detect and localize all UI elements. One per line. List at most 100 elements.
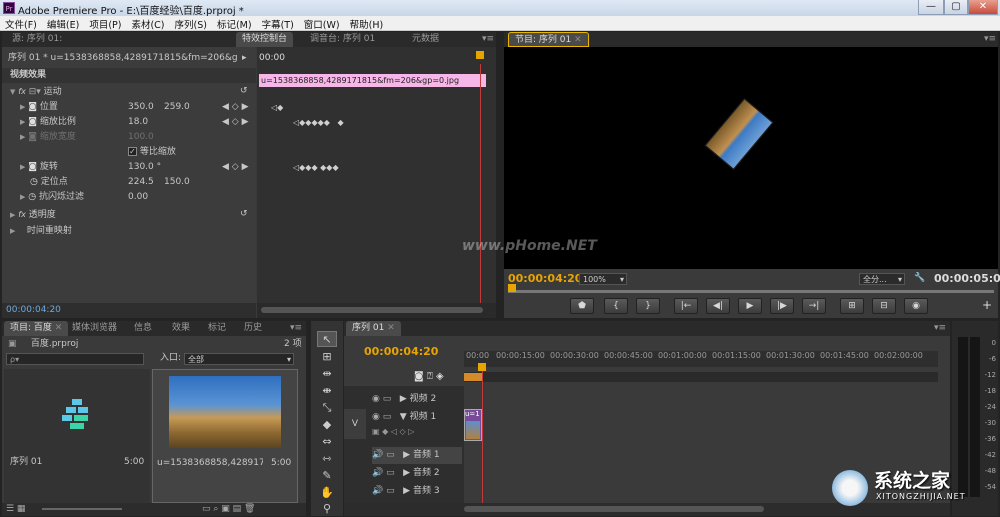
timeline-playhead-icon[interactable] (478, 363, 486, 371)
menu-edit[interactable]: 编辑(E) (42, 16, 84, 31)
menu-clip[interactable]: 素材(C) (126, 16, 169, 31)
prop-antiflicker[interactable]: ▶ ◷ 抗闪烁过滤 (20, 190, 84, 205)
program-viewer[interactable] (504, 47, 998, 269)
menu-marker[interactable]: 标记(M) (212, 16, 257, 31)
opacity-row[interactable]: ▶ fx 透明度 (10, 207, 56, 222)
tab-metadata[interactable]: 元数据 (406, 32, 445, 47)
zoom-tool-icon[interactable]: ⚲ (317, 501, 337, 517)
tab-project[interactable]: 项目: 百度 ✕ (4, 321, 69, 336)
rotation-value[interactable]: 130.0 ° (128, 160, 161, 175)
scale-keyframes[interactable]: ◁◆◆◆◆◆ ◆ (293, 115, 344, 130)
track-video-2[interactable]: ◉ ▭ ▶ 视频 2 (372, 391, 436, 408)
uniform-scale-checkbox[interactable]: ✓ 等比缩放 (128, 145, 176, 160)
motion-row[interactable]: ▼ fx ⊟▾ 运动 (10, 84, 62, 99)
track-video-1[interactable]: ◉ ▭ ▼ 视频 1 (372, 409, 436, 426)
time-remap-row[interactable]: ▶ 时间重映射 (10, 224, 72, 239)
prop-rotation[interactable]: ▶ ◙ 旋转 (20, 160, 58, 175)
tab-info[interactable]: 信息 (128, 321, 158, 336)
add-button-icon[interactable]: + (982, 298, 992, 313)
search-input[interactable]: ρ▾ (6, 353, 144, 365)
position-y-value[interactable]: 259.0 (164, 100, 190, 115)
go-to-out-button[interactable]: →| (802, 298, 826, 314)
project-item-image[interactable]: u=1538368858,4289171815&... 5:00 (152, 369, 298, 503)
slip-tool-icon[interactable]: ⇔ (317, 434, 337, 450)
menu-sequence[interactable]: 序列(S) (170, 16, 212, 31)
timeline-timecode[interactable]: 00:00:04:20 (364, 344, 438, 359)
add-marker-button[interactable]: ⬟ (570, 298, 594, 314)
quality-select[interactable]: 全分... ▾ (859, 273, 905, 285)
position-x-value[interactable]: 350.0 (128, 100, 154, 115)
tab-history[interactable]: 历史 (238, 321, 268, 336)
menu-help[interactable]: 帮助(H) (345, 16, 389, 31)
track-video-1-controls[interactable]: ▣ ◆ ◁ ◇ ▷ (372, 427, 452, 439)
list-view-icon[interactable]: ☰ ▦ (6, 502, 25, 517)
zoom-select[interactable]: 100% ▾ (579, 273, 627, 285)
slide-tool-icon[interactable]: ⇿ (317, 451, 337, 467)
keyframe-scroll-thumb[interactable] (261, 307, 483, 313)
tab-sequence[interactable]: 序列 01 ✕ (346, 321, 401, 336)
panel-menu-icon[interactable]: ▾≡ (928, 321, 952, 336)
prop-anchor[interactable]: ◷ 定位点 (30, 175, 68, 190)
track-audio-1[interactable]: 🔊 ▭ ▶ 音频 1 (372, 447, 462, 464)
menu-project[interactable]: 项目(P) (84, 16, 126, 31)
rotation-keyframes[interactable]: ◁◆◆◆ ◆◆◆ (293, 160, 339, 175)
tab-source[interactable]: 源: 序列 01: u=1538368858,4289171815&fm=206… (6, 32, 234, 47)
reset-icon[interactable]: ↺ (240, 84, 248, 99)
hand-tool-icon[interactable]: ✋ (317, 485, 337, 501)
menu-window[interactable]: 窗口(W) (299, 16, 345, 31)
clip-bar[interactable]: u=1538368858,4289171815&fm=206&gp=0.jpg (259, 74, 486, 87)
step-forward-button[interactable]: |▶ (770, 298, 794, 314)
playhead-icon[interactable] (476, 51, 484, 59)
lift-button[interactable]: ⊞ (840, 298, 864, 314)
timeline-scroll-thumb[interactable] (464, 506, 764, 512)
tab-program[interactable]: 节目: 序列 01 ✕ (508, 32, 589, 47)
play-button[interactable]: ▶ (738, 298, 762, 314)
timeline-clip[interactable]: u=1 (464, 409, 482, 441)
project-item-sequence[interactable]: 序列 01 5:00 (4, 369, 150, 503)
zoom-slider[interactable] (42, 508, 122, 510)
panel-menu-icon[interactable]: ▾≡ (284, 321, 308, 336)
menu-title[interactable]: 字幕(T) (257, 16, 299, 31)
keyframe-nav[interactable]: ◀ ◇ ▶ (222, 115, 249, 130)
maximize-button[interactable]: ▢ (944, 0, 968, 15)
keyframe-nav[interactable]: ◀ ◇ ▶ (222, 100, 249, 115)
track-audio-3[interactable]: 🔊 ▭ ▶ 音频 3 (372, 483, 440, 500)
tab-markers[interactable]: 标记 (202, 321, 232, 336)
rate-stretch-tool-icon[interactable]: ⤡ (317, 400, 337, 416)
tab-media-browser[interactable]: 媒体浏览器 (66, 321, 123, 336)
mark-in-button[interactable]: { (604, 298, 628, 314)
reset-icon[interactable]: ↺ (240, 207, 248, 222)
step-back-button[interactable]: ◀| (706, 298, 730, 314)
go-to-in-button[interactable]: |← (674, 298, 698, 314)
tab-effects[interactable]: 效果 (166, 321, 196, 336)
prop-scale[interactable]: ▶ ◙ 缩放比例 (20, 115, 76, 130)
anchor-x-value[interactable]: 224.5 (128, 175, 154, 190)
scale-value[interactable]: 18.0 (128, 115, 148, 130)
program-playhead-icon[interactable] (508, 284, 516, 292)
program-scrub-bar[interactable] (508, 290, 994, 293)
header-arrow-icon[interactable]: ▸ (242, 51, 247, 66)
selection-tool-icon[interactable]: ↖ (317, 331, 337, 347)
work-area-bar[interactable] (464, 372, 938, 382)
menu-file[interactable]: 文件(F) (0, 16, 42, 31)
keyframe-nav[interactable]: ◀ ◇ ▶ (222, 160, 249, 175)
keyframe-scrollbar[interactable] (257, 303, 496, 318)
anchor-y-value[interactable]: 150.0 (164, 175, 190, 190)
timeline-ruler[interactable]: 00:00 00:00:15:00 00:00:30:00 00:00:45:0… (464, 351, 938, 367)
minimize-button[interactable]: — (918, 0, 944, 15)
prop-position[interactable]: ▶ ◙ 位置 (20, 100, 58, 115)
track-audio-2[interactable]: 🔊 ▭ ▶ 音频 2 (372, 465, 440, 482)
in-select[interactable]: 全部 ▾ (184, 353, 294, 365)
tab-effect-controls[interactable]: 特效控制台 (236, 32, 294, 47)
mark-out-button[interactable]: } (636, 298, 660, 314)
pen-tool-icon[interactable]: ✎ (317, 468, 337, 484)
position-keyframes[interactable]: ◁◆ (271, 100, 283, 115)
extract-button[interactable]: ⊟ (872, 298, 896, 314)
work-area-range[interactable] (464, 373, 482, 381)
snap-toggle-icon[interactable]: ◙ ⍰ ◈ (414, 371, 444, 382)
razor-tool-icon[interactable]: ◆ (317, 417, 337, 433)
track-select-tool-icon[interactable]: ⊞ (317, 349, 337, 365)
export-frame-button[interactable]: ◉ (904, 298, 928, 314)
source-patch-v[interactable]: V (344, 409, 366, 439)
panel-menu-icon[interactable]: ▾≡ (978, 32, 1000, 47)
